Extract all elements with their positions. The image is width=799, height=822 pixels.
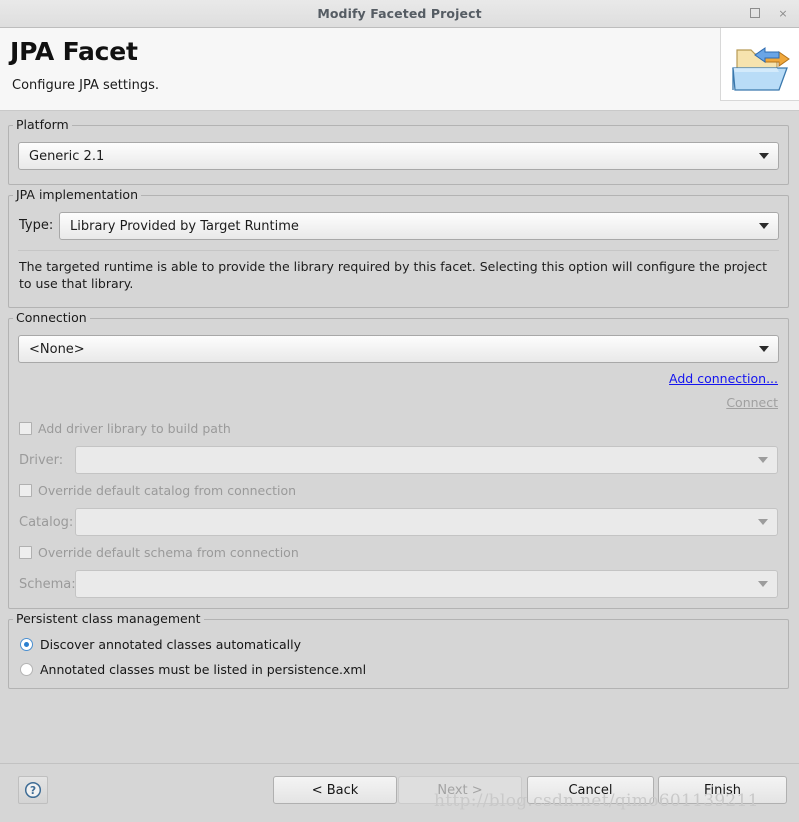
chevron-down-icon [759, 153, 769, 159]
wizard-header: JPA Facet Configure JPA settings. [0, 28, 799, 111]
checkbox-box [19, 484, 32, 497]
modify-faceted-project-dialog: Modify Faceted Project × JPA Facet Confi… [0, 0, 799, 822]
cancel-button[interactable]: Cancel [527, 776, 654, 804]
radio-listed-in-persistence-xml[interactable]: Annotated classes must be listed in pers… [20, 662, 366, 677]
finish-button[interactable]: Finish [658, 776, 787, 804]
help-button[interactable]: ? [18, 776, 48, 804]
catalog-combo [75, 508, 778, 536]
folder-transfer-icon [720, 28, 799, 101]
chevron-down-icon [759, 346, 769, 352]
connect-link: Connect [726, 395, 778, 410]
radio-discover-annotated-label: Discover annotated classes automatically [40, 637, 301, 652]
radio-listed-in-persistence-xml-label: Annotated classes must be listed in pers… [40, 662, 366, 677]
maximize-icon[interactable] [745, 3, 765, 23]
jpa-implementation-group-label: JPA implementation [13, 187, 141, 202]
persistent-class-management-group: Persistent class management Discover ann… [8, 619, 789, 689]
override-catalog-checkbox: Override default catalog from connection [19, 483, 296, 498]
window-controls: × [745, 3, 793, 23]
radio-indicator [20, 638, 33, 651]
radio-discover-annotated[interactable]: Discover annotated classes automatically [20, 637, 301, 652]
catalog-label: Catalog: [19, 515, 73, 530]
type-label: Type: [19, 218, 53, 233]
connection-combo-value: <None> [19, 342, 85, 357]
platform-combo-value: Generic 2.1 [19, 149, 104, 164]
chevron-down-icon [758, 581, 768, 587]
window-title: Modify Faceted Project [0, 6, 799, 21]
next-button: Next > [398, 776, 522, 804]
close-icon[interactable]: × [773, 3, 793, 23]
svg-text:?: ? [30, 785, 36, 797]
jpa-implementation-description: The targeted runtime is able to provide … [19, 258, 778, 292]
platform-group-label: Platform [13, 117, 72, 132]
checkbox-box [19, 422, 32, 435]
add-connection-link[interactable]: Add connection... [669, 371, 778, 386]
chevron-down-icon [759, 223, 769, 229]
add-driver-library-checkbox: Add driver library to build path [19, 421, 231, 436]
radio-indicator [20, 663, 33, 676]
schema-label: Schema: [19, 577, 76, 592]
jpa-type-combo[interactable]: Library Provided by Target Runtime [59, 212, 779, 240]
override-schema-checkbox: Override default schema from connection [19, 545, 299, 560]
driver-label: Driver: [19, 453, 63, 468]
back-button[interactable]: < Back [273, 776, 397, 804]
connection-group-label: Connection [13, 310, 90, 325]
dialog-body: Platform Generic 2.1 JPA implementation … [0, 111, 799, 763]
page-title: JPA Facet [10, 37, 138, 66]
help-question-icon: ? [24, 781, 42, 799]
jpa-type-combo-value: Library Provided by Target Runtime [60, 219, 299, 234]
title-bar: Modify Faceted Project × [0, 0, 799, 28]
page-subtitle: Configure JPA settings. [12, 78, 159, 93]
platform-combo[interactable]: Generic 2.1 [18, 142, 779, 170]
persistent-class-management-group-label: Persistent class management [13, 611, 204, 626]
override-schema-label: Override default schema from connection [38, 545, 299, 560]
jpa-implementation-group: JPA implementation Type: Library Provide… [8, 195, 789, 308]
driver-combo [75, 446, 778, 474]
platform-group: Platform Generic 2.1 [8, 125, 789, 185]
divider [18, 250, 779, 251]
override-catalog-label: Override default catalog from connection [38, 483, 296, 498]
chevron-down-icon [758, 457, 768, 463]
connection-group: Connection <None> Add connection... Conn… [8, 318, 789, 609]
schema-combo [75, 570, 778, 598]
chevron-down-icon [758, 519, 768, 525]
add-driver-library-label: Add driver library to build path [38, 421, 231, 436]
checkbox-box [19, 546, 32, 559]
connection-combo[interactable]: <None> [18, 335, 779, 363]
